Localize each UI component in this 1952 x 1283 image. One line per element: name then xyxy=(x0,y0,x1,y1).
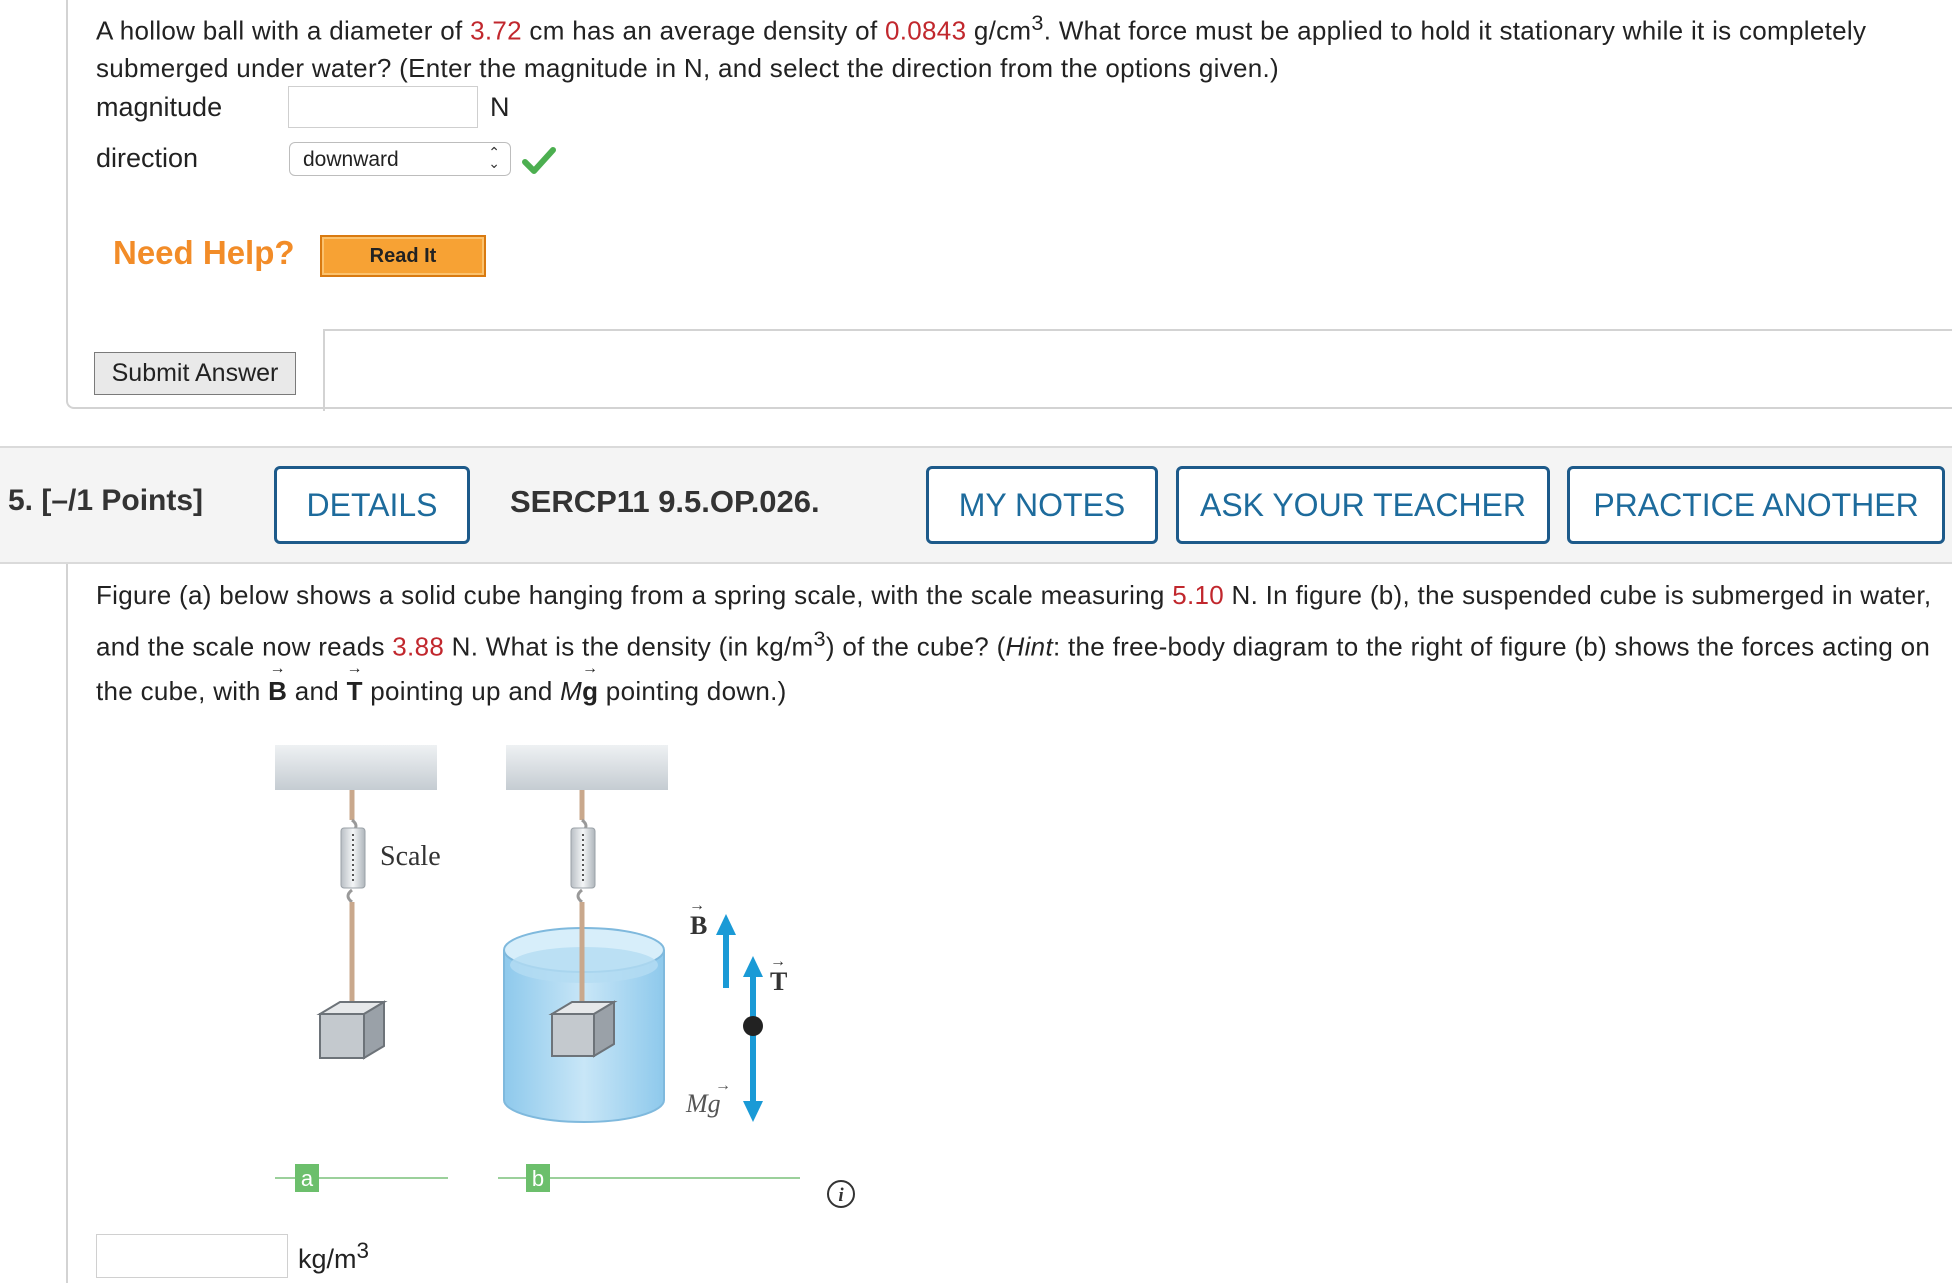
hook-a-bottom xyxy=(346,888,353,904)
scale-a-value: 5.10 xyxy=(1172,580,1225,610)
question-5-points: 5. [–/1 Points] xyxy=(8,484,204,517)
submit-answer-button[interactable]: Submit Answer xyxy=(94,352,296,395)
question-5-text: Figure (a) below shows a solid cube hang… xyxy=(96,573,1946,713)
scale-b-value: 3.88 xyxy=(392,631,445,662)
q4-text-part: A hollow ball with a diameter of xyxy=(96,15,471,46)
cube-a-front xyxy=(319,1013,365,1059)
practice-another-button[interactable]: PRACTICE ANOTHER xyxy=(1567,466,1945,544)
cube-b-front xyxy=(551,1013,595,1057)
hint-label: Hint xyxy=(1005,631,1053,662)
hook-b-bottom xyxy=(576,888,583,904)
mass-symbol: M xyxy=(560,675,583,706)
tension-arrowhead xyxy=(743,956,763,977)
scale-label: Scale xyxy=(380,841,441,872)
answer-unit-superscript: 3 xyxy=(356,1238,370,1263)
ask-your-teacher-button[interactable]: ASK YOUR TEACHER xyxy=(1176,466,1550,544)
cube-spring-scale-figure: Scale a b B → T → Mg → xyxy=(275,745,800,1192)
q5-text-part: N. What is the density (in kg/m xyxy=(444,631,814,662)
vector-b: B xyxy=(268,669,287,713)
body-point xyxy=(743,1016,763,1036)
label-mg-force-arrow: → xyxy=(715,1077,731,1094)
label-b: b xyxy=(532,1166,544,1191)
buoyant-force-arrowhead xyxy=(716,914,736,935)
direction-select[interactable]: downward ⌃ ⌄ xyxy=(289,142,511,176)
direction-label: direction xyxy=(96,143,199,173)
ceiling-a xyxy=(275,745,437,790)
my-notes-button[interactable]: MY NOTES xyxy=(926,466,1158,544)
vector-t: T xyxy=(347,669,363,713)
answer-unit: kg/m3 xyxy=(298,1238,369,1275)
answer-unit-text: kg/m xyxy=(298,1244,357,1274)
select-chevron-icon: ⌃ ⌄ xyxy=(488,144,500,171)
label-b-force: B xyxy=(690,911,707,940)
need-help-label: Need Help? xyxy=(113,234,295,271)
question-code: SERCP11 9.5.OP.026. xyxy=(510,484,820,519)
question-5-panel-border xyxy=(66,564,68,1283)
magnitude-input[interactable] xyxy=(288,86,478,128)
q5-text-part: ) of the cube? ( xyxy=(825,631,1006,662)
feedback-panel xyxy=(323,329,1952,411)
weight-arrowhead xyxy=(743,1101,763,1122)
density-value: 0.0843 xyxy=(885,15,967,46)
ceiling-b xyxy=(506,745,668,790)
figure-a: Scale a xyxy=(275,745,448,1192)
label-a: a xyxy=(301,1166,314,1191)
svg-text:i: i xyxy=(838,1185,844,1206)
q4-superscript: 3 xyxy=(1031,10,1044,35)
info-icon[interactable]: i xyxy=(825,1178,857,1210)
vector-g: g xyxy=(582,669,598,713)
q5-text-part: pointing down.) xyxy=(598,675,787,706)
q5-superscript: 3 xyxy=(813,626,826,651)
q4-text-part: cm has an average density of xyxy=(521,15,885,46)
label-b-force-arrow: → xyxy=(689,897,705,914)
free-body-diagram: B → T → Mg → xyxy=(685,897,787,1122)
label-t-force: T xyxy=(770,967,787,996)
magnitude-unit: N xyxy=(490,92,510,122)
details-button[interactable]: DETAILS xyxy=(274,466,470,544)
q5-text-part: Figure (a) below shows a solid cube hang… xyxy=(96,580,1173,610)
q5-text-part: pointing up and xyxy=(362,675,561,706)
density-answer-input[interactable] xyxy=(96,1234,288,1278)
q5-text-part: and xyxy=(287,675,347,706)
magnitude-label: magnitude xyxy=(96,92,223,122)
q4-text-part: g/cm xyxy=(966,15,1032,46)
diameter-value: 3.72 xyxy=(470,15,522,46)
read-it-button[interactable]: Read It xyxy=(320,235,486,277)
direction-selected-value: downward xyxy=(303,148,399,171)
check-icon xyxy=(522,147,556,174)
question-4-text: A hollow ball with a diameter of 3.72 cm… xyxy=(96,4,1936,87)
label-t-force-arrow: → xyxy=(770,953,786,970)
